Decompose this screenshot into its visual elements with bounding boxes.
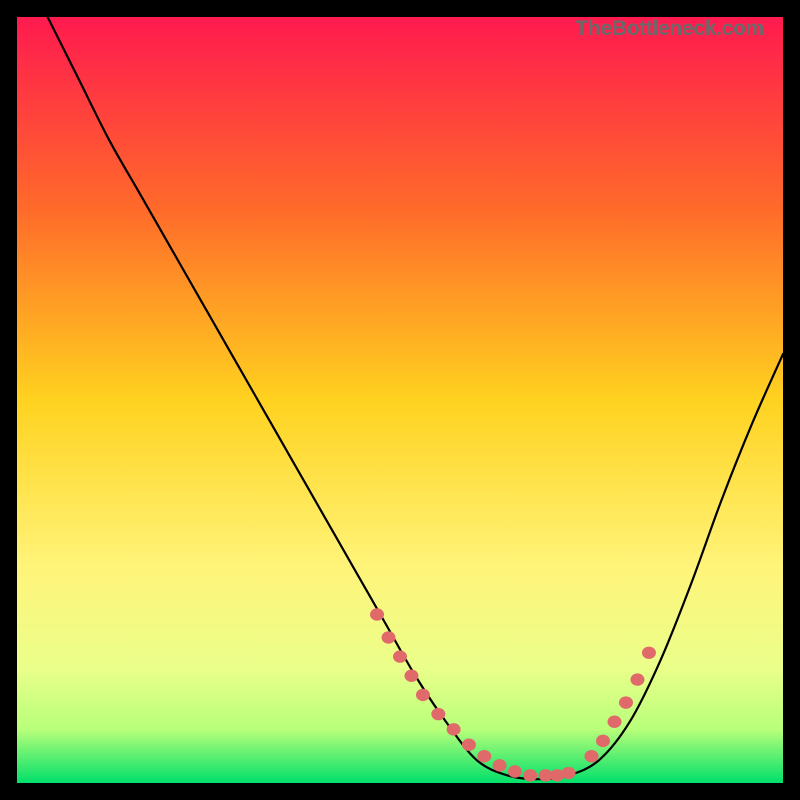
watermark-text: TheBottleneck.com [575, 17, 764, 41]
marker-dot [523, 769, 537, 781]
marker-dot [493, 759, 507, 771]
chart-frame: TheBottleneck.com [17, 17, 783, 783]
marker-dot [416, 689, 430, 701]
chart-plot [17, 17, 783, 783]
marker-dot [607, 716, 621, 728]
marker-dot [619, 696, 633, 708]
marker-dot [370, 608, 384, 620]
marker-dot [630, 673, 644, 685]
marker-dot [393, 650, 407, 662]
marker-dot [562, 767, 576, 779]
marker-dot [404, 670, 418, 682]
marker-dot [382, 631, 396, 643]
marker-dot [585, 750, 599, 762]
marker-dot [508, 765, 522, 777]
bottleneck-curve [48, 17, 783, 779]
marker-dot [447, 723, 461, 735]
marker-dot [431, 708, 445, 720]
marker-dot [477, 750, 491, 762]
marker-dot [596, 735, 610, 747]
marker-dot [462, 739, 476, 751]
marker-dot [642, 647, 656, 659]
recommended-markers [370, 608, 656, 781]
